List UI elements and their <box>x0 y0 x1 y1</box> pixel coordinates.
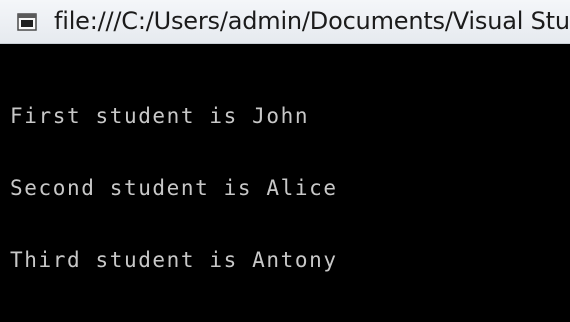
console-line-second: Second student is Alice <box>10 176 338 200</box>
window-title: file:///C:/Users/admin/Documents/Visual … <box>54 7 570 35</box>
console-line-first: First student is John <box>10 104 310 128</box>
title-bar[interactable]: file:///C:/Users/admin/Documents/Visual … <box>0 0 570 44</box>
console-line-third: Third student is Antony <box>10 248 338 272</box>
console-window: file:///C:/Users/admin/Documents/Visual … <box>0 0 570 322</box>
console-output: First student is John Second student is … <box>10 56 338 320</box>
console-window-icon <box>17 13 37 31</box>
